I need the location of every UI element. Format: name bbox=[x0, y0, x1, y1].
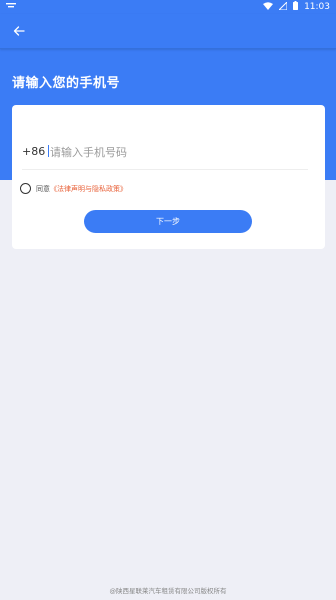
battery-icon bbox=[293, 1, 299, 13]
phone-input[interactable] bbox=[48, 141, 300, 163]
next-button[interactable]: 下一步 bbox=[84, 210, 252, 233]
page-title: 请输入您的手机号 bbox=[12, 76, 121, 91]
wifi-icon bbox=[263, 1, 274, 13]
login-card: +86 同意 《法律声明与隐私政策》 下一步 bbox=[12, 105, 325, 249]
phone-row: +86 bbox=[22, 139, 308, 170]
notification-icon bbox=[6, 2, 16, 13]
input-caret bbox=[48, 145, 49, 157]
arrow-left-icon bbox=[13, 26, 25, 36]
signal-icon bbox=[277, 0, 288, 13]
country-code[interactable]: +86 bbox=[22, 145, 45, 158]
privacy-policy-link[interactable]: 《法律声明与隐私政策》 bbox=[50, 184, 127, 194]
agree-prefix: 同意 bbox=[36, 184, 50, 193]
app-bar bbox=[0, 14, 336, 49]
footer-copyright: @陕西星联莱汽车租赁有限公司版权所有 bbox=[109, 587, 227, 595]
agree-radio[interactable] bbox=[20, 183, 31, 194]
agreement-row: 同意 《法律声明与隐私政策》 bbox=[20, 183, 127, 194]
status-time: 11:03 bbox=[304, 2, 330, 12]
status-bar: 11:03 bbox=[0, 0, 336, 14]
back-button[interactable] bbox=[8, 20, 30, 42]
